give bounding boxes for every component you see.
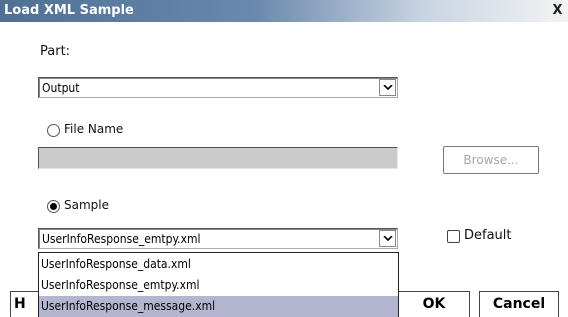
chevron-down-icon bbox=[383, 85, 393, 91]
ok-button[interactable]: OK bbox=[398, 291, 470, 317]
part-select-value: Output bbox=[42, 81, 80, 95]
title-bar: Load XML Sample X bbox=[0, 0, 568, 22]
default-label: Default bbox=[464, 228, 512, 243]
file-name-radio[interactable] bbox=[47, 124, 60, 137]
browse-button[interactable]: Browse... bbox=[443, 146, 539, 174]
chevron-down-icon bbox=[383, 236, 393, 242]
dropdown-option[interactable]: UserInfoResponse_emtpy.xml bbox=[39, 275, 398, 296]
dropdown-option[interactable]: UserInfoResponse_data.xml bbox=[39, 254, 398, 275]
file-name-label: File Name bbox=[64, 122, 124, 136]
sample-label: Sample bbox=[64, 198, 109, 212]
file-name-field bbox=[38, 147, 398, 169]
sample-select[interactable]: UserInfoResponse_emtpy.xml bbox=[38, 228, 398, 249]
close-button[interactable]: X bbox=[549, 3, 566, 19]
sample-select-value: UserInfoResponse_emtpy.xml bbox=[42, 232, 201, 246]
radio-selected-dot bbox=[50, 203, 57, 210]
sample-dropdown-button[interactable] bbox=[379, 230, 396, 247]
part-dropdown-button[interactable] bbox=[379, 79, 396, 96]
sample-radio[interactable] bbox=[47, 200, 60, 213]
sample-dropdown-list: UserInfoResponse_data.xml UserInfoRespon… bbox=[38, 252, 399, 317]
part-select[interactable]: Output bbox=[38, 77, 398, 98]
cancel-button[interactable]: Cancel bbox=[479, 291, 559, 317]
dropdown-option-highlighted[interactable]: UserInfoResponse_message.xml bbox=[39, 296, 398, 317]
window-title: Load XML Sample bbox=[4, 3, 134, 18]
default-checkbox[interactable] bbox=[447, 230, 460, 243]
part-label: Part: bbox=[40, 44, 71, 59]
